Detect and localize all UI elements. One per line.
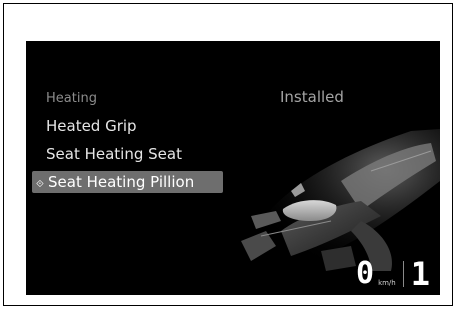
status-text: Installed xyxy=(280,88,344,106)
menu-title: Heating xyxy=(46,91,97,106)
gear-indicator: 1 xyxy=(410,255,430,293)
menu-item-heated-grip[interactable]: Heated Grip xyxy=(46,117,137,135)
motorcycle-seat-illustration xyxy=(241,129,440,271)
menu-item-label: Seat Heating Pillion xyxy=(48,173,195,191)
chevron-right-icon: ⟐ xyxy=(36,179,44,190)
dashboard-screen: Heating Installed Heated Grip Seat Heati… xyxy=(26,41,440,295)
speed-unit: km/h xyxy=(378,279,396,287)
divider xyxy=(402,261,404,287)
menu-item-seat-heating-seat[interactable]: Seat Heating Seat xyxy=(46,145,182,163)
display-frame: Heating Installed Heated Grip Seat Heati… xyxy=(3,3,453,306)
speed-value: 0 xyxy=(356,256,375,291)
speed-readout: 0 km/h 1 xyxy=(356,255,430,293)
menu-item-seat-heating-pillion[interactable]: ⟐ Seat Heating Pillion xyxy=(32,171,223,193)
